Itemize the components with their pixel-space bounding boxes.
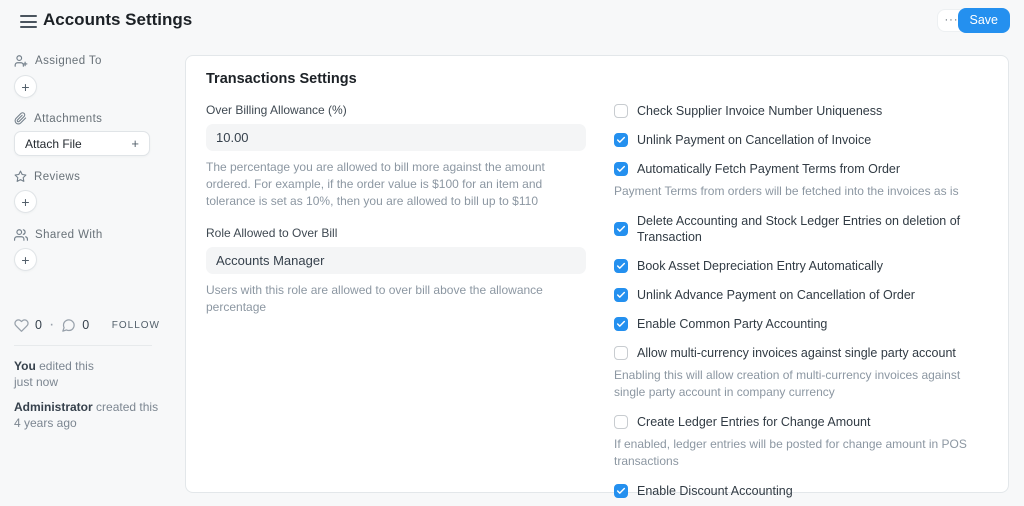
activity-time: just now (14, 375, 58, 389)
checkbox-icon[interactable] (614, 415, 628, 429)
accounts-settings-page: { "colors": { "accent": "#2490EF" }, "he… (0, 0, 1024, 506)
paperclip-icon (14, 112, 27, 125)
over-billing-allowance-input[interactable] (206, 124, 586, 151)
checkbox-supplier-invoice-uniqueness[interactable]: Check Supplier Invoice Number Uniqueness (614, 103, 994, 119)
add-assignment-button[interactable]: + (14, 75, 37, 98)
checkbox-item: Automatically Fetch Payment Terms from O… (614, 161, 994, 200)
sidebar-section-label: Reviews (34, 171, 80, 183)
people-icon (14, 228, 28, 242)
checkbox-label: Create Ledger Entries for Change Amount (637, 414, 870, 430)
checkbox-label: Allow multi-currency invoices against si… (637, 345, 956, 361)
save-button[interactable]: Save (958, 8, 1011, 33)
plus-icon: + (131, 136, 139, 151)
checkbox-label: Unlink Payment on Cancellation of Invoic… (637, 132, 871, 148)
activity-time: 4 years ago (14, 416, 77, 430)
checkbox-icon[interactable] (614, 222, 628, 236)
assign-user-icon (14, 54, 28, 68)
form-column-left: Over Billing Allowance (%) The percentag… (206, 103, 586, 332)
checkbox-item: Create Ledger Entries for Change Amount … (614, 414, 994, 470)
checkbox-item: Allow multi-currency invoices against si… (614, 345, 994, 401)
field-label: Role Allowed to Over Bill (206, 226, 586, 240)
checkbox-description: If enabled, ledger entries will be poste… (614, 436, 994, 470)
field-over-billing-allowance: Over Billing Allowance (%) The percentag… (206, 103, 586, 210)
checkbox-delete-ledger-entries[interactable]: Delete Accounting and Stock Ledger Entri… (614, 213, 994, 245)
activity-action: edited this (39, 359, 94, 373)
checkbox-unlink-payment-invoice[interactable]: Unlink Payment on Cancellation of Invoic… (614, 132, 994, 148)
checkbox-icon[interactable] (614, 288, 628, 302)
sidebar: Assigned To + Attachments Attach File + … (14, 52, 164, 492)
form-column-right: Check Supplier Invoice Number Uniqueness… (614, 103, 994, 506)
checkbox-multi-currency-invoices[interactable]: Allow multi-currency invoices against si… (614, 345, 994, 361)
checkbox-item: Book Asset Depreciation Entry Automatica… (614, 258, 994, 274)
checkbox-icon[interactable] (614, 104, 628, 118)
checkbox-item: Enable Common Party Accounting (614, 316, 994, 332)
checkbox-ledger-entries-change-amount[interactable]: Create Ledger Entries for Change Amount (614, 414, 994, 430)
activity-actor: You (14, 359, 36, 373)
checkbox-item: Unlink Advance Payment on Cancellation o… (614, 287, 994, 303)
sidebar-section-assigned-to: Assigned To (14, 54, 102, 68)
sidebar-section-label: Assigned To (35, 55, 102, 67)
activity-actor: Administrator (14, 400, 93, 414)
sidebar-divider (14, 345, 152, 346)
sidebar-section-attachments: Attachments (14, 112, 102, 125)
sidebar-section-label: Shared With (35, 229, 103, 241)
checkbox-label: Enable Common Party Accounting (637, 316, 827, 332)
checkbox-common-party-accounting[interactable]: Enable Common Party Accounting (614, 316, 994, 332)
checkbox-label: Unlink Advance Payment on Cancellation o… (637, 287, 915, 303)
star-icon (14, 170, 27, 183)
checkbox-icon[interactable] (614, 162, 628, 176)
checkbox-label: Automatically Fetch Payment Terms from O… (637, 161, 900, 177)
field-description: The percentage you are allowed to bill m… (206, 159, 586, 210)
checkbox-unlink-advance-payment[interactable]: Unlink Advance Payment on Cancellation o… (614, 287, 994, 303)
checkbox-fetch-payment-terms[interactable]: Automatically Fetch Payment Terms from O… (614, 161, 994, 177)
checkbox-item: Delete Accounting and Stock Ledger Entri… (614, 213, 994, 245)
activity-edited: You edited this just now (14, 358, 94, 390)
follow-button[interactable]: FOLLOW (112, 320, 160, 331)
likes-row: 0 · 0 FOLLOW (14, 316, 160, 334)
sidebar-section-reviews: Reviews (14, 170, 80, 183)
field-description: Users with this role are allowed to over… (206, 282, 586, 316)
transactions-settings-card: Transactions Settings Over Billing Allow… (185, 55, 1009, 493)
sidebar-section-label: Attachments (34, 113, 102, 125)
add-review-button[interactable]: + (14, 190, 37, 213)
checkbox-enable-discount-accounting[interactable]: Enable Discount Accounting (614, 483, 994, 499)
checkbox-icon[interactable] (614, 346, 628, 360)
heart-icon[interactable] (14, 318, 29, 333)
likes-count: 0 (35, 318, 42, 332)
field-label: Over Billing Allowance (%) (206, 103, 586, 117)
add-share-button[interactable]: + (14, 248, 37, 271)
activity-action: created this (96, 400, 158, 414)
checkbox-item: Unlink Payment on Cancellation of Invoic… (614, 132, 994, 148)
role-allowed-over-bill-input[interactable] (206, 247, 586, 274)
section-title: Transactions Settings (206, 71, 357, 87)
separator: · (49, 316, 54, 334)
checkbox-description: Payment Terms from orders will be fetche… (614, 183, 994, 200)
checkbox-label: Check Supplier Invoice Number Uniqueness (637, 103, 882, 119)
menu-hamburger-icon[interactable] (20, 15, 37, 28)
checkbox-icon[interactable] (614, 133, 628, 147)
sidebar-section-shared-with: Shared With (14, 228, 103, 242)
checkbox-book-asset-depreciation[interactable]: Book Asset Depreciation Entry Automatica… (614, 258, 994, 274)
checkbox-item: Enable Discount Accounting If enabled, a… (614, 483, 994, 506)
checkbox-icon[interactable] (614, 259, 628, 273)
header: Accounts Settings ··· Save (0, 0, 1024, 44)
checkbox-label: Delete Accounting and Stock Ledger Entri… (637, 213, 994, 245)
checkbox-description: Enabling this will allow creation of mul… (614, 367, 994, 401)
comments-count: 0 (82, 318, 89, 332)
activity-created: Administrator created this 4 years ago (14, 399, 158, 431)
field-role-allowed-to-over-bill: Role Allowed to Over Bill Users with thi… (206, 226, 586, 316)
attach-file-button[interactable]: Attach File + (14, 131, 150, 156)
page-title: Accounts Settings (43, 10, 192, 30)
checkbox-icon[interactable] (614, 317, 628, 331)
attach-file-label: Attach File (25, 137, 82, 151)
checkbox-icon[interactable] (614, 484, 628, 498)
checkbox-label: Book Asset Depreciation Entry Automatica… (637, 258, 883, 274)
checkbox-label: Enable Discount Accounting (637, 483, 793, 499)
checkbox-item: Check Supplier Invoice Number Uniqueness (614, 103, 994, 119)
comment-icon[interactable] (61, 318, 76, 333)
